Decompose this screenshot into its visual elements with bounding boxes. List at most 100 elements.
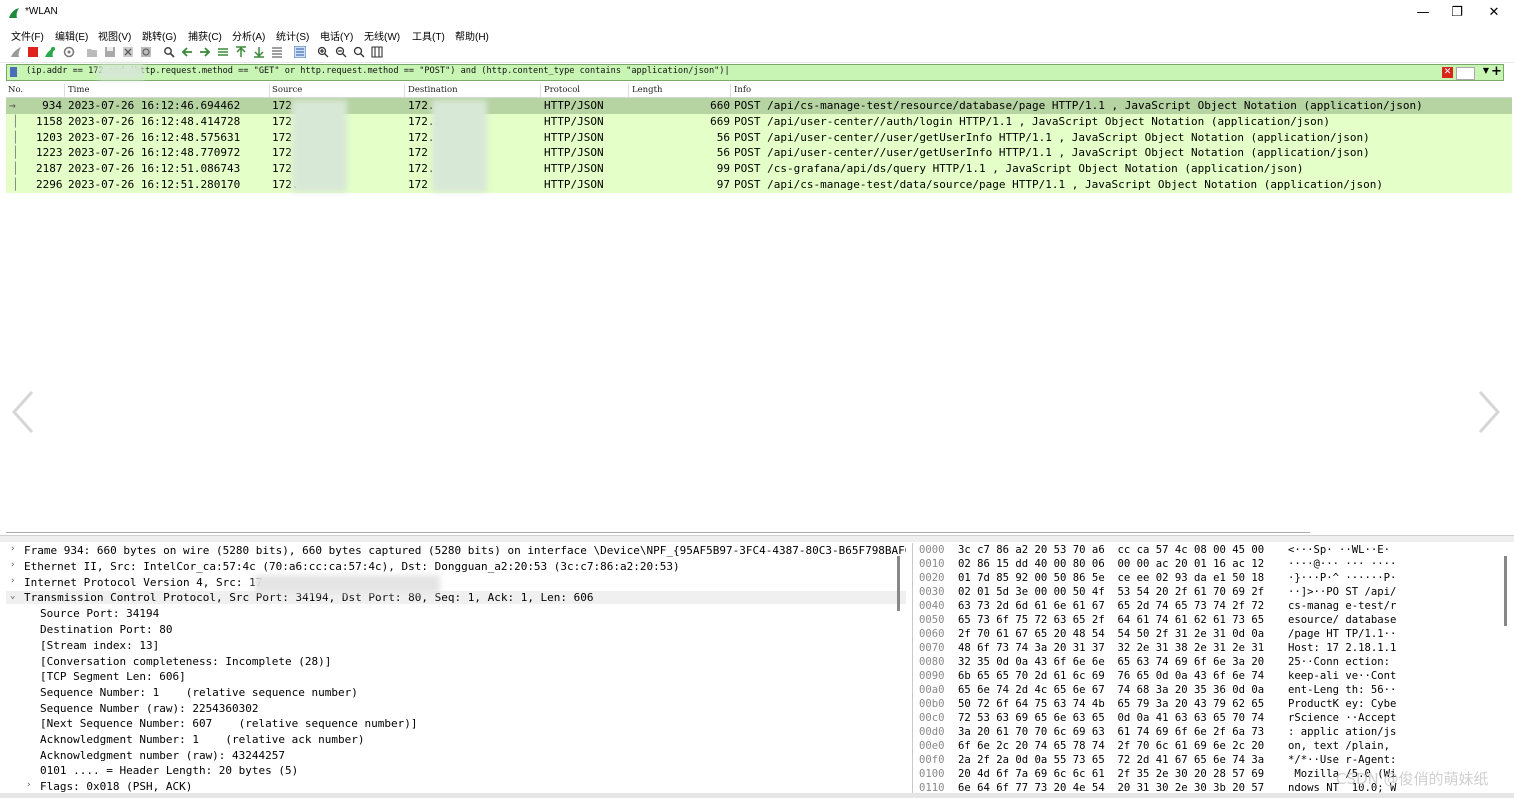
- collapse-chevron-icon[interactable]: ⌄: [10, 591, 15, 601]
- add-filter-button-icon[interactable]: +: [1491, 64, 1502, 79]
- go-back-icon[interactable]: [181, 46, 193, 58]
- close-file-icon[interactable]: [122, 46, 134, 58]
- expand-chevron-icon[interactable]: ›: [10, 576, 15, 586]
- packet-protocol: HTTP/JSON: [544, 162, 604, 176]
- column-header-info[interactable]: Info: [734, 85, 751, 95]
- stop-capture-icon[interactable]: [27, 46, 39, 58]
- open-file-icon[interactable]: [86, 46, 98, 58]
- zoom-out-icon[interactable]: [335, 46, 347, 58]
- detail-field[interactable]: 0101 .... = Header Length: 20 bytes (5): [40, 764, 298, 777]
- apply-filter-icon[interactable]: [1456, 67, 1475, 80]
- detail-field[interactable]: [Conversation completeness: Incomplete (…: [40, 655, 331, 668]
- detail-field[interactable]: [Next Sequence Number: 607 (relative seq…: [40, 717, 418, 730]
- bytes-scrollbar[interactable]: [1504, 556, 1507, 626]
- packet-row[interactable]: │ 1223 2023-07-26 16:12:48.770972 172 17…: [6, 145, 1512, 162]
- related-packet-line-icon: │: [12, 146, 19, 160]
- restore-button[interactable]: ❐: [1447, 4, 1467, 22]
- byte-offset: 0070: [919, 642, 945, 654]
- detail-field[interactable]: [Stream index: 13]: [40, 639, 159, 652]
- packet-time: 2023-07-26 16:12:51.086743: [68, 162, 241, 176]
- filter-history-chevron-down-icon[interactable]: ▼: [1483, 66, 1489, 75]
- column-header-source[interactable]: Source: [272, 85, 302, 95]
- chevron-left-icon[interactable]: [8, 388, 38, 436]
- byte-offset: 0060: [919, 628, 945, 640]
- menu-view[interactable]: 视图(V): [98, 28, 131, 43]
- packet-details-pane: › Frame 934: 660 bytes on wire (5280 bits…: [6, 543, 906, 793]
- first-packet-icon[interactable]: [235, 46, 247, 58]
- menu-help[interactable]: 帮助(H): [455, 28, 489, 43]
- detail-field[interactable]: Acknowledgment Number: 1 (relative ack n…: [40, 733, 365, 746]
- column-separator[interactable]: [540, 84, 541, 97]
- column-header-protocol[interactable]: Protocol: [544, 85, 580, 95]
- filter-bookmark-icon[interactable]: [10, 67, 17, 77]
- zoom-in-icon[interactable]: [317, 46, 329, 58]
- go-to-packet-icon[interactable]: [217, 46, 229, 58]
- column-separator[interactable]: [269, 84, 270, 97]
- detail-ethernet[interactable]: › Ethernet II, Src: IntelCor_ca:57:4c (70…: [10, 560, 680, 573]
- menu-telephony[interactable]: 电话(Y): [320, 28, 353, 43]
- minimize-button[interactable]: —: [1413, 4, 1433, 22]
- go-forward-icon[interactable]: [199, 46, 211, 58]
- clear-filter-icon[interactable]: ✕: [1442, 67, 1453, 78]
- detail-tcp[interactable]: ⌄ Transmission Control Protocol, Src Port…: [6, 591, 906, 604]
- packet-row[interactable]: │ 1158 2023-07-26 16:12:48.414728 172 17…: [6, 113, 1512, 130]
- detail-frame[interactable]: › Frame 934: 660 bytes on wire (5280 bits…: [10, 544, 906, 557]
- column-separator[interactable]: [730, 84, 731, 97]
- save-file-icon[interactable]: [104, 46, 116, 58]
- byte-offset: 0020: [919, 572, 945, 584]
- menu-statistics[interactable]: 统计(S): [276, 28, 309, 43]
- byte-hex: 32 35 0d 0a 43 6f 6e 6e 65 63 74 69 6f 6…: [958, 656, 1265, 668]
- byte-offset: 00c0: [919, 712, 945, 724]
- column-separator[interactable]: [628, 84, 629, 97]
- byte-ascii: ·}···P·^ ······P·: [1288, 572, 1397, 584]
- detail-field[interactable]: Sequence Number (raw): 2254360302: [40, 702, 259, 715]
- normal-size-icon[interactable]: [353, 46, 365, 58]
- packet-length: 97: [716, 177, 730, 191]
- expand-chevron-icon[interactable]: ›: [26, 780, 31, 790]
- column-separator[interactable]: [64, 84, 65, 97]
- resize-columns-icon[interactable]: [371, 46, 383, 58]
- close-button[interactable]: ✕: [1484, 4, 1504, 22]
- chevron-right-icon[interactable]: [1474, 388, 1504, 436]
- menu-capture[interactable]: 捕获(C): [188, 28, 222, 43]
- pane-splitter[interactable]: [0, 535, 1514, 542]
- column-header-no[interactable]: No.: [8, 85, 23, 95]
- restart-capture-icon[interactable]: [44, 46, 56, 58]
- packet-row[interactable]: → 934 2023-07-26 16:12:46.694462 172 172…: [6, 98, 1512, 114]
- detail-field[interactable]: Sequence Number: 1 (relative sequence nu…: [40, 686, 358, 699]
- packet-row[interactable]: │ 2296 2023-07-26 16:12:51.280170 172. 1…: [6, 176, 1512, 193]
- detail-flags[interactable]: › Flags: 0x018 (PSH, ACK): [26, 780, 192, 793]
- detail-field[interactable]: Source Port: 34194: [40, 607, 159, 620]
- menu-go[interactable]: 跳转(G): [142, 28, 176, 43]
- autoscroll-icon[interactable]: [271, 46, 283, 58]
- detail-field[interactable]: Destination Port: 80: [40, 623, 172, 636]
- find-packet-icon[interactable]: [163, 46, 175, 58]
- expand-chevron-icon[interactable]: ›: [10, 560, 15, 570]
- reload-file-icon[interactable]: [140, 46, 152, 58]
- packet-row[interactable]: │ 1203 2023-07-26 16:12:48.575631 172 17…: [6, 129, 1512, 146]
- colorize-icon[interactable]: [294, 46, 306, 58]
- column-header-length[interactable]: Length: [632, 85, 662, 95]
- byte-offset: 00e0: [919, 740, 945, 752]
- menu-analyze[interactable]: 分析(A): [232, 28, 265, 43]
- menu-wireless[interactable]: 无线(W): [364, 28, 400, 43]
- column-header-time[interactable]: Time: [68, 85, 89, 95]
- detail-field[interactable]: [TCP Segment Len: 606]: [40, 670, 186, 683]
- byte-offset: 0010: [919, 558, 945, 570]
- packet-destination: 172.: [408, 162, 435, 176]
- detail-field[interactable]: Acknowledgment number (raw): 43244257: [40, 749, 285, 762]
- menu-file[interactable]: 文件(F): [11, 28, 44, 43]
- last-packet-icon[interactable]: [253, 46, 265, 58]
- packet-row[interactable]: │ 2187 2023-07-26 16:12:51.086743 172 17…: [6, 161, 1512, 177]
- capture-options-icon[interactable]: [63, 46, 75, 58]
- details-scrollbar[interactable]: [897, 556, 900, 611]
- menu-edit[interactable]: 编辑(E): [55, 28, 88, 43]
- column-separator[interactable]: [404, 84, 405, 97]
- packet-list-horizontal-scrollbar[interactable]: [6, 527, 1310, 533]
- column-header-destination[interactable]: Destination: [408, 85, 458, 95]
- byte-hex: 6f 6e 2c 20 74 65 78 74 2f 70 6c 61 69 6…: [958, 740, 1265, 752]
- detail-ip[interactable]: › Internet Protocol Version 4, Src: 17: [10, 576, 262, 589]
- expand-chevron-icon[interactable]: ›: [10, 544, 15, 554]
- menu-tools[interactable]: 工具(T): [412, 28, 445, 43]
- start-capture-icon[interactable]: [10, 46, 22, 58]
